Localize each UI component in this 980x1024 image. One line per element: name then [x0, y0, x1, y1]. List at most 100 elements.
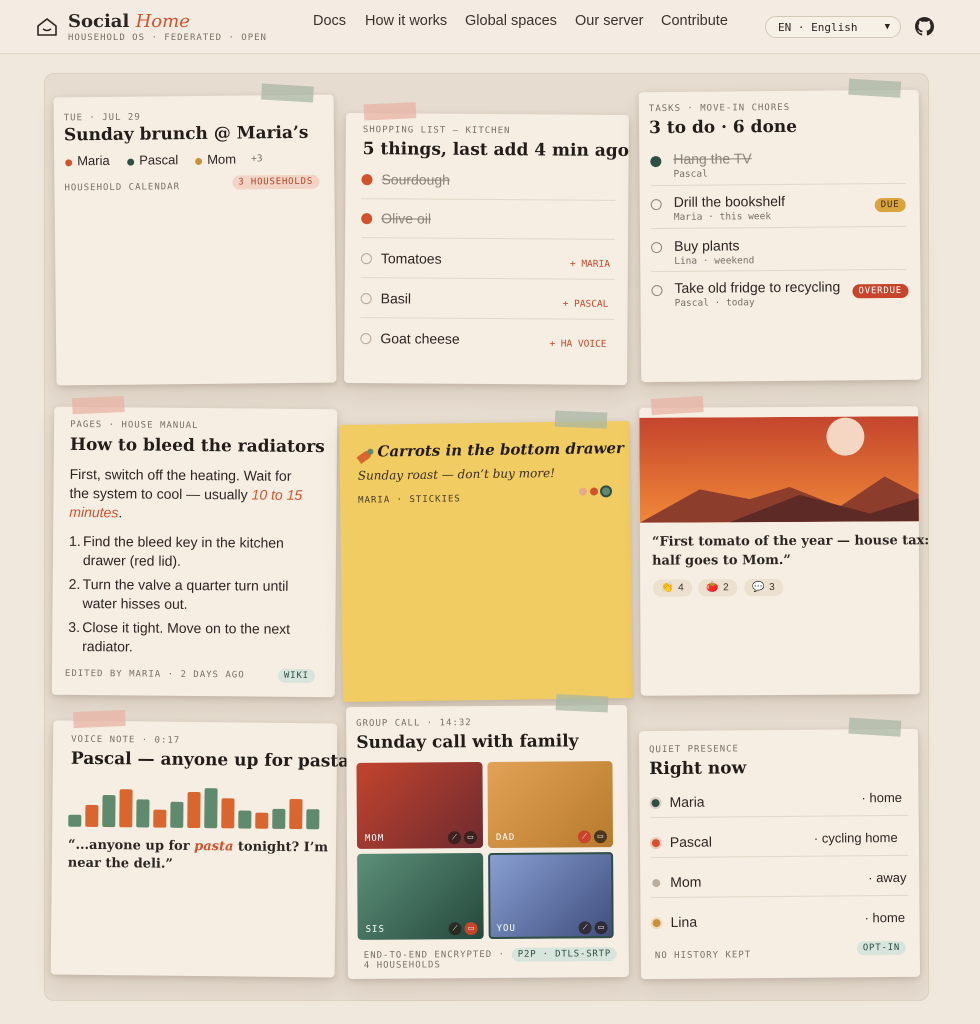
- presence-name[interactable]: Mom: [670, 874, 701, 890]
- attendee-dot: [195, 157, 203, 165]
- photo-caption-line2: half goes to Mom.”: [652, 552, 791, 569]
- step-text: Close it tight. Move on to the next: [82, 619, 291, 637]
- shopping-eyebrow: SHOPPING LIST — KITCHEN: [362, 125, 511, 137]
- nav-how-it-works[interactable]: How it works: [365, 13, 447, 29]
- reaction-comment[interactable]: 💬 3: [744, 578, 784, 597]
- presence-status-icon: [649, 837, 662, 850]
- brand-name[interactable]: Social Home: [68, 11, 190, 32]
- camera-icon[interactable]: ▭: [593, 830, 608, 844]
- video-tile-sis[interactable]: SIS ⟋ ▭: [357, 853, 484, 940]
- presence-name[interactable]: Maria: [669, 794, 704, 810]
- task-label[interactable]: Buy plants: [674, 237, 740, 254]
- task-label[interactable]: Hang the TV: [673, 150, 751, 167]
- shopping-item[interactable]: Basil: [381, 290, 411, 306]
- unchecked-icon[interactable]: [360, 253, 372, 265]
- tile-label: YOU: [496, 923, 516, 934]
- mic-icon[interactable]: ⟋: [448, 922, 462, 936]
- color-swatch[interactable]: [578, 487, 588, 496]
- tasks-card[interactable]: TASKS · MOVE-IN CHORES 3 to do · 6 done …: [638, 78, 922, 383]
- calendar-card[interactable]: TUE · JUL 29 Sunday brunch @ Maria’s Mar…: [53, 83, 337, 386]
- task-label[interactable]: Drill the bookshelf: [674, 193, 785, 210]
- pages-card[interactable]: PAGES · HOUSE MANUAL How to bleed the ra…: [51, 396, 338, 698]
- color-swatch[interactable]: [589, 487, 599, 496]
- voice-note-card[interactable]: VOICE NOTE · 0:17 Pascal — anyone up for…: [50, 709, 359, 978]
- waveform-bar: [238, 810, 252, 829]
- presence-status: · home: [861, 789, 903, 806]
- added-by: + MARIA: [569, 258, 610, 270]
- photo-card[interactable]: “First tomato of the year — house tax: h…: [639, 396, 929, 696]
- shopping-item[interactable]: Olive oil: [381, 210, 431, 226]
- divider: [651, 268, 907, 273]
- unchecked-icon[interactable]: [360, 333, 372, 345]
- unchecked-icon[interactable]: [650, 199, 662, 211]
- attendee-maria: Maria: [77, 152, 110, 169]
- camera-icon[interactable]: ▭: [463, 831, 478, 845]
- video-tile-mom[interactable]: MOM ⟋ ▭: [356, 762, 484, 849]
- sticky-note-card[interactable]: Carrots in the bottom drawer Sunday roas…: [339, 410, 633, 703]
- divider: [650, 182, 906, 187]
- nav-docs[interactable]: Docs: [313, 13, 346, 29]
- camera-off-icon[interactable]: ▭: [464, 922, 478, 936]
- brand-home: Home: [135, 11, 190, 32]
- presence-card[interactable]: QUIET PRESENCE Right now Maria · home Pa…: [638, 717, 921, 980]
- checked-icon[interactable]: [650, 156, 662, 168]
- reaction-tomato[interactable]: 🍅 2: [698, 579, 738, 597]
- pages-eyebrow: PAGES · HOUSE MANUAL: [70, 419, 199, 432]
- checked-icon[interactable]: [361, 174, 373, 186]
- shopping-item[interactable]: Tomatoes: [381, 250, 442, 266]
- unchecked-icon[interactable]: [360, 293, 372, 305]
- pages-intro-line3: minutes.: [69, 504, 122, 520]
- attendee-mom: Mom: [207, 151, 237, 167]
- presence-name[interactable]: Lina: [671, 914, 698, 930]
- tape: [555, 694, 609, 713]
- camera-icon[interactable]: ▭: [594, 921, 608, 935]
- tape: [848, 78, 902, 98]
- task-meta: Lina · weekend: [674, 255, 755, 267]
- color-swatch-selected[interactable]: [599, 485, 613, 498]
- mic-off-icon[interactable]: ⟋: [577, 830, 592, 844]
- voice-waveform[interactable]: [68, 787, 324, 830]
- sunset-image[interactable]: [639, 416, 919, 523]
- task-meta: Maria · this week: [673, 211, 772, 223]
- task-label[interactable]: Take old fridge to recycling: [674, 278, 840, 295]
- video-tile-you[interactable]: YOU ⟋ ▭: [488, 852, 614, 939]
- voice-quote-line2: near the deli.”: [67, 855, 173, 872]
- reaction-clap[interactable]: 👏 4: [653, 579, 693, 597]
- tasks-title: 3 to do · 6 done: [648, 116, 798, 139]
- unchecked-icon[interactable]: [651, 285, 663, 297]
- presence-status-icon: [650, 917, 663, 930]
- checked-icon[interactable]: [361, 213, 373, 225]
- presence-name[interactable]: Pascal: [670, 834, 712, 850]
- tagline: HOUSEHOLD OS · FEDERATED · OPEN: [68, 33, 267, 43]
- nav-contribute[interactable]: Contribute: [661, 13, 728, 29]
- pages-intro-line2: the system to cool — usually 10 to 15: [69, 485, 302, 503]
- divider: [649, 814, 908, 819]
- mic-icon[interactable]: ⟋: [447, 831, 462, 845]
- shopping-list-card[interactable]: SHOPPING LIST — KITCHEN 5 things, last a…: [344, 102, 629, 385]
- presence-footer: NO HISTORY KEPT: [654, 950, 752, 962]
- calendar-event-title[interactable]: Sunday brunch @ Maria’s: [64, 123, 309, 146]
- house-logo-icon[interactable]: [36, 16, 58, 38]
- language-select[interactable]: EN · English ▼: [765, 16, 901, 38]
- waveform-bar: [306, 809, 320, 830]
- step-text: Turn the valve a quarter turn until: [82, 576, 289, 594]
- divider: [650, 854, 909, 859]
- chevron-down-icon: ▼: [884, 22, 890, 32]
- pages-title[interactable]: How to bleed the radiators: [70, 435, 325, 457]
- voice-title[interactable]: Pascal — anyone up for pasta?: [71, 749, 359, 772]
- waveform-bar: [289, 798, 303, 830]
- video-tile-dad[interactable]: DAD ⟋ ▭: [487, 761, 614, 848]
- shopping-item[interactable]: Sourdough: [381, 171, 450, 187]
- shopping-item[interactable]: Goat cheese: [380, 330, 460, 347]
- github-icon[interactable]: [915, 17, 934, 36]
- group-call-card[interactable]: GROUP CALL · 14:32 Sunday call with fami…: [346, 694, 629, 979]
- step-number: 1.: [69, 532, 81, 550]
- voice-quote-mid: tonight? I’m: [237, 839, 329, 856]
- clap-icon: 👏: [661, 582, 675, 594]
- nav-our-server[interactable]: Our server: [575, 13, 644, 29]
- waveform-bar: [68, 814, 82, 827]
- divider: [360, 317, 615, 320]
- nav-global-spaces[interactable]: Global spaces: [465, 13, 557, 29]
- mic-icon[interactable]: ⟋: [578, 921, 592, 935]
- unchecked-icon[interactable]: [651, 242, 663, 254]
